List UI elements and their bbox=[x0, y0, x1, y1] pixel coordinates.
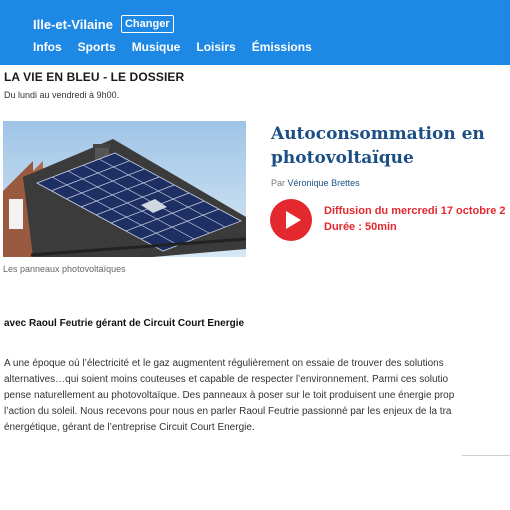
body-line: alternatives…qui soient moins couteuses … bbox=[4, 374, 449, 385]
article-image bbox=[3, 121, 246, 257]
broadcast-date: Diffusion du mercredi 17 octobre 2 bbox=[324, 205, 506, 217]
byline-prefix: Par bbox=[271, 178, 286, 188]
change-region-button[interactable]: Changer bbox=[120, 15, 174, 33]
image-caption: Les panneaux photovoltaïques bbox=[3, 264, 126, 274]
byline: Par Véronique Brettes bbox=[271, 178, 360, 188]
broadcast-duration: Durée : 50min bbox=[324, 221, 397, 233]
author-link[interactable]: Véronique Brettes bbox=[288, 178, 360, 188]
nav-item-sports[interactable]: Sports bbox=[78, 40, 116, 54]
body-line: l’action du soleil. Nous recevons pour n… bbox=[4, 406, 452, 417]
top-bar: Ille-et-Vilaine Changer Infos Sports Mus… bbox=[0, 0, 510, 65]
program-title[interactable]: LA VIE EN BLEU - LE DOSSIER bbox=[4, 70, 184, 84]
nav-item-emissions[interactable]: Émissions bbox=[252, 40, 312, 54]
body-line: A une époque où l’électricité et le gaz … bbox=[4, 358, 444, 369]
region-selector: Ille-et-Vilaine Changer bbox=[33, 15, 174, 33]
program-schedule: Du lundi au vendredi à 9h00. bbox=[4, 90, 120, 100]
article-headline: Autoconsommation en photovoltaïque bbox=[271, 124, 485, 168]
nav-item-loisirs[interactable]: Loisirs bbox=[196, 40, 235, 54]
guest-line: avec Raoul Feutrie gérant de Circuit Cou… bbox=[4, 318, 245, 329]
region-name: Ille-et-Vilaine bbox=[33, 16, 113, 32]
divider bbox=[462, 455, 510, 456]
article-body: A une époque où l’électricité et le gaz … bbox=[4, 356, 510, 436]
nav-item-infos[interactable]: Infos bbox=[33, 40, 62, 54]
body-line: énergétique, gérant de l’entreprise Circ… bbox=[4, 422, 255, 433]
main-nav: Infos Sports Musique Loisirs Émissions bbox=[33, 40, 328, 54]
body-line: pense naturellement au photovoltaïque. D… bbox=[4, 390, 455, 401]
nav-item-musique[interactable]: Musique bbox=[132, 40, 181, 54]
play-icon bbox=[286, 211, 301, 229]
play-button[interactable] bbox=[270, 199, 312, 241]
